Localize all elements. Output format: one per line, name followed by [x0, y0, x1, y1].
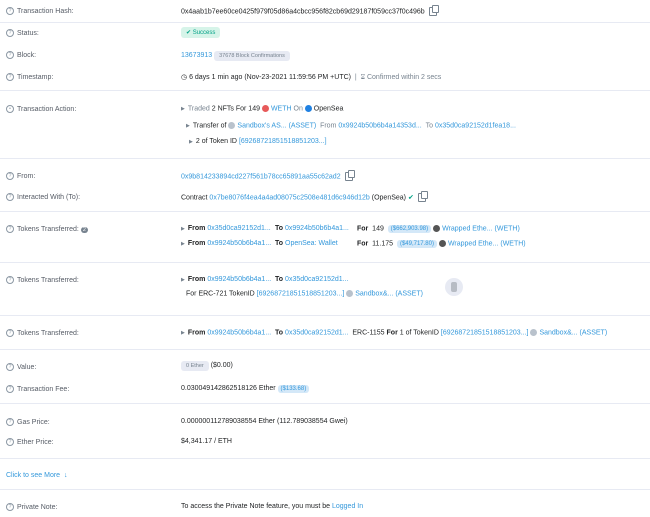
- help-icon[interactable]: ?: [6, 193, 14, 201]
- tx-fee-label: ? Transaction Fee:: [6, 385, 69, 393]
- divider: [0, 349, 650, 350]
- caret-right-icon: ▶: [181, 226, 185, 232]
- from-address[interactable]: 0x9b814233894cd227f561b78cc65891aa55c62a…: [181, 173, 341, 180]
- gas-price-label: ? Gas Price:: [6, 418, 50, 426]
- divider: [0, 458, 650, 459]
- divider: [0, 489, 650, 490]
- verified-check-icon: ✔︎: [407, 194, 414, 202]
- help-icon[interactable]: ?: [6, 503, 14, 511]
- help-icon[interactable]: ?: [6, 438, 14, 446]
- help-icon[interactable]: ?: [6, 418, 14, 426]
- help-icon[interactable]: ?: [6, 363, 14, 371]
- weth-icon: [438, 240, 446, 247]
- tx-action-label: • Transaction Action:: [6, 105, 76, 113]
- help-icon[interactable]: ?: [6, 329, 14, 337]
- help-icon[interactable]: ?: [6, 385, 14, 393]
- contract-address[interactable]: 0x7be8076f4ea4a4ad08075c2508e481d6c946d1…: [209, 194, 369, 201]
- nft2-transferred-label: ? Tokens Transferred:: [6, 329, 79, 337]
- tx-hash-value: 0x4aab1b7ee60ce0425f979f05d86a4cbcc956f8…: [181, 5, 439, 16]
- sandbox-icon: [530, 329, 538, 336]
- ether-price-value: $4,341.17 / ETH: [181, 438, 232, 445]
- see-more-link[interactable]: Click to see More ↓: [6, 472, 67, 479]
- block-link[interactable]: 13673913: [181, 52, 212, 59]
- weth-link[interactable]: WETH: [271, 105, 292, 112]
- count-badge: 2: [80, 226, 88, 233]
- asset-link[interactable]: Sandbox's AS...: [237, 122, 286, 129]
- caret-right-icon: ▶: [186, 123, 190, 130]
- tokens-transferred-label: ? Tokens Transferred: 2: [6, 225, 88, 233]
- help-icon[interactable]: ?: [6, 225, 14, 233]
- caret-right-icon: ▶: [181, 106, 185, 113]
- from-label: ? From:: [6, 172, 35, 180]
- sandbox-icon: [228, 122, 236, 129]
- copy-icon[interactable]: [417, 191, 428, 202]
- ether-price-label: ? Ether Price:: [6, 438, 54, 446]
- divider: [0, 315, 650, 316]
- help-icon[interactable]: ?: [6, 51, 14, 59]
- help-icon[interactable]: ?: [6, 7, 14, 15]
- value-badge: 0 Ether: [181, 361, 209, 371]
- caret-right-icon: ▶: [181, 330, 185, 337]
- opensea-text: OpenSea: [313, 105, 344, 113]
- weth-icon: [261, 105, 269, 112]
- caret-right-icon: ▶: [181, 277, 185, 283]
- usd-badge: ($133.68): [277, 385, 310, 393]
- check-circle-icon: ✔︎: [186, 30, 193, 36]
- caret-right-icon: ▶: [189, 139, 193, 145]
- timestamp-label: ? Timestamp:: [6, 73, 53, 81]
- value-label: ? Value:: [6, 363, 36, 371]
- block-label: ? Block:: [6, 51, 36, 59]
- interacted-label: ? Interacted With (To):: [6, 193, 80, 201]
- usd-badge: ($49,717.80): [396, 240, 437, 249]
- gas-price-value: 0.000000112789038554 Ether (112.78903855…: [181, 418, 348, 425]
- nft2-transfer-row: ▶ From 0x9924b50b6b4a1... To 0x35d0ca9215…: [181, 329, 608, 337]
- nft-transfer-row: ▶ From 0x9924b50b6b4a1... To 0x35d0ca9215…: [181, 276, 349, 283]
- token-id-link[interactable]: [69268721851518851203...]: [239, 138, 327, 145]
- to-address-link[interactable]: 0x35d0ca92152d1fea18...: [435, 122, 516, 129]
- nft-thumbnail-icon[interactable]: [445, 278, 463, 296]
- usd-badge: ($662,903.98): [387, 225, 432, 234]
- caret-right-icon: ▶: [181, 241, 185, 247]
- transfer-row: ▶ From 0x35d0ca92152d1...: [181, 225, 271, 232]
- lightbulb-icon: •: [6, 105, 14, 113]
- opensea-icon: [304, 105, 312, 112]
- confirmations-badge: 37678 Block Confirmations: [214, 51, 290, 61]
- help-icon[interactable]: ?: [6, 276, 14, 284]
- transfer-row: ▶ From 0x9924b50b6b4a1...: [181, 240, 272, 247]
- status-badge: ✔︎ Success: [181, 27, 221, 38]
- help-icon[interactable]: ?: [6, 29, 14, 37]
- from-address-link[interactable]: 0x9924b50b6b4a14353d...: [338, 122, 421, 129]
- sandbox-icon: [346, 290, 354, 297]
- divider: [0, 22, 650, 23]
- copy-icon[interactable]: [428, 5, 439, 16]
- divider: [0, 90, 650, 91]
- divider: [0, 262, 650, 263]
- status-label: ? Status:: [6, 29, 39, 37]
- copy-icon[interactable]: [344, 170, 355, 181]
- arrow-down-icon[interactable]: ↓: [64, 472, 68, 479]
- help-icon[interactable]: ?: [6, 172, 14, 180]
- private-note-label: ? Private Note:: [6, 503, 57, 511]
- divider: [0, 211, 650, 212]
- login-link[interactable]: Logged In: [332, 503, 363, 510]
- weth-icon: [433, 225, 441, 232]
- help-icon[interactable]: ?: [6, 73, 14, 81]
- action-line-2: ▶ Transfer of Sandbox's AS... (ASSET) Fro…: [186, 122, 516, 130]
- confirmed-text: Confirmed within 2 secs: [366, 74, 442, 81]
- clock-icon: ◷: [181, 74, 190, 81]
- nft-transferred-label: ? Tokens Transferred:: [6, 276, 79, 284]
- action-line-1: ▶ Traded 2 NFTs For 149 WETH On OpenSea: [181, 105, 344, 113]
- divider: [0, 158, 650, 159]
- tx-hash-label: ? Transaction Hash:: [6, 7, 74, 15]
- timestamp-value: 6 days 1 min ago (Nov-23-2021 11:59:56 P…: [189, 74, 351, 81]
- divider: [0, 403, 650, 404]
- action-line-3: ▶ 2 of Token ID [69268721851518851203...]: [189, 138, 327, 145]
